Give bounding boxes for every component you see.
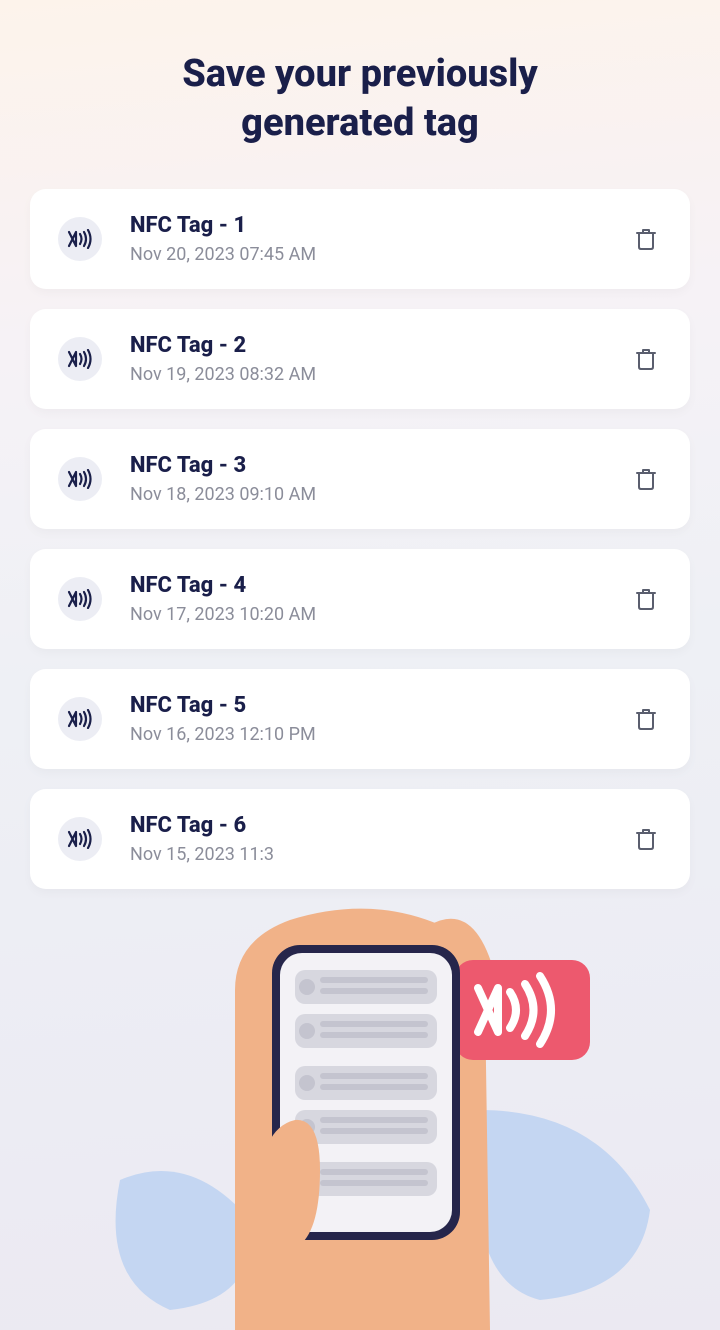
tag-name: NFC Tag - 3 (130, 453, 630, 478)
tag-name: NFC Tag - 2 (130, 333, 630, 358)
trash-icon (635, 227, 657, 251)
tag-list: NFC Tag - 1 Nov 20, 2023 07:45 AM NFC Ta… (0, 189, 720, 889)
trash-icon (635, 467, 657, 491)
delete-button[interactable] (630, 823, 662, 855)
delete-button[interactable] (630, 463, 662, 495)
tag-info: NFC Tag - 1 Nov 20, 2023 07:45 AM (130, 213, 630, 265)
delete-button[interactable] (630, 343, 662, 375)
tag-name: NFC Tag - 4 (130, 573, 630, 598)
trash-icon (635, 827, 657, 851)
tag-date: Nov 20, 2023 07:45 AM (130, 244, 630, 265)
hand-phone-illustration (0, 870, 720, 1330)
tag-date: Nov 15, 2023 11:3 (130, 844, 630, 865)
delete-button[interactable] (630, 583, 662, 615)
tag-info: NFC Tag - 6 Nov 15, 2023 11:3 (130, 813, 630, 865)
tag-info: NFC Tag - 3 Nov 18, 2023 09:10 AM (130, 453, 630, 505)
nfc-icon (58, 337, 102, 381)
tag-card[interactable]: NFC Tag - 6 Nov 15, 2023 11:3 (30, 789, 690, 889)
tag-date: Nov 17, 2023 10:20 AM (130, 604, 630, 625)
tag-date: Nov 18, 2023 09:10 AM (130, 484, 630, 505)
nfc-icon (58, 817, 102, 861)
tag-info: NFC Tag - 2 Nov 19, 2023 08:32 AM (130, 333, 630, 385)
trash-icon (635, 707, 657, 731)
nfc-icon (58, 217, 102, 261)
trash-icon (635, 587, 657, 611)
page-title: Save your previously generated tag (0, 50, 720, 149)
tag-card[interactable]: NFC Tag - 5 Nov 16, 2023 12:10 PM (30, 669, 690, 769)
tag-name: NFC Tag - 6 (130, 813, 630, 838)
tag-date: Nov 16, 2023 12:10 PM (130, 724, 630, 745)
tag-card[interactable]: NFC Tag - 1 Nov 20, 2023 07:45 AM (30, 189, 690, 289)
tag-card[interactable]: NFC Tag - 2 Nov 19, 2023 08:32 AM (30, 309, 690, 409)
tag-info: NFC Tag - 5 Nov 16, 2023 12:10 PM (130, 693, 630, 745)
tag-name: NFC Tag - 1 (130, 213, 630, 238)
nfc-icon (58, 577, 102, 621)
trash-icon (635, 347, 657, 371)
tag-card[interactable]: NFC Tag - 3 Nov 18, 2023 09:10 AM (30, 429, 690, 529)
tag-date: Nov 19, 2023 08:32 AM (130, 364, 630, 385)
delete-button[interactable] (630, 223, 662, 255)
nfc-icon (58, 697, 102, 741)
nfc-icon (58, 457, 102, 501)
tag-info: NFC Tag - 4 Nov 17, 2023 10:20 AM (130, 573, 630, 625)
tag-name: NFC Tag - 5 (130, 693, 630, 718)
tag-card[interactable]: NFC Tag - 4 Nov 17, 2023 10:20 AM (30, 549, 690, 649)
delete-button[interactable] (630, 703, 662, 735)
